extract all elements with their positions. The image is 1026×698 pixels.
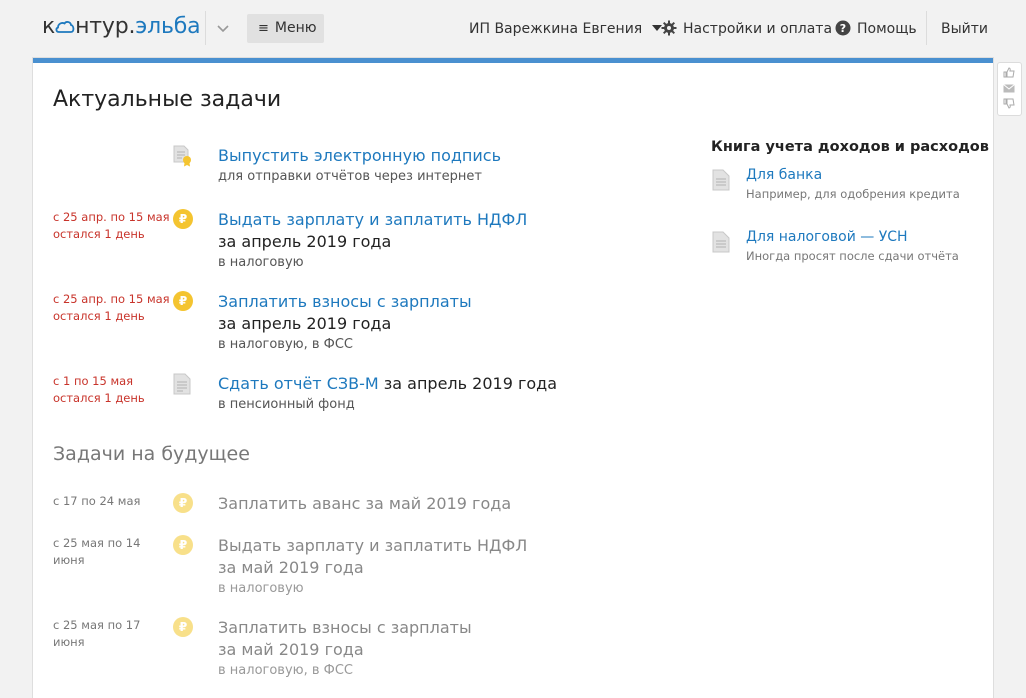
- task-period: за май 2019 года: [218, 640, 364, 659]
- ruble-icon: ₽: [173, 535, 193, 557]
- user-name: ИП Варежкина Евгения: [469, 21, 643, 37]
- ledger-link-bank[interactable]: Для банка: [746, 167, 822, 183]
- task-link[interactable]: Заплатить взносы с зарплаты: [218, 292, 472, 311]
- task-title: Заплатить аванс за май 2019 года: [218, 494, 512, 513]
- hamburger-icon: ≡: [258, 21, 269, 36]
- ruble-icon: ₽: [173, 493, 193, 515]
- task-deadline: с 25 апр. по 15 мая остался 1 день: [53, 292, 170, 323]
- ruble-icon: ₽: [173, 617, 193, 639]
- thumbs-down-icon[interactable]: [1003, 98, 1015, 109]
- header-divider: [926, 11, 927, 45]
- logout-label: Выйти: [941, 21, 989, 37]
- task-link[interactable]: Выдать зарплату и заплатить НДФЛ: [218, 210, 527, 229]
- menu-label: Меню: [274, 20, 317, 36]
- task-period: за апрель 2019 года: [218, 232, 392, 251]
- mail-icon[interactable]: [1003, 83, 1015, 94]
- ruble-icon: ₽: [173, 291, 193, 313]
- task-body: Заплатить взносы с зарплаты за май 2019 …: [218, 617, 688, 680]
- ledger-hint: Иногда просят после сдачи отчёта: [746, 249, 959, 263]
- main-card: Актуальные задачи Выпустить электронную …: [33, 58, 993, 698]
- ledger-item: Для налоговой — УСН Иногда просят после …: [711, 229, 981, 279]
- task-link[interactable]: Сдать отчёт СЗВ-М: [218, 374, 379, 393]
- task-subtitle: для отправки отчётов через интернет: [218, 169, 482, 184]
- ledger-link-tax[interactable]: Для налоговой — УСН: [746, 229, 908, 245]
- future-tasks-title: Задачи на будущее: [53, 443, 250, 465]
- task-body: Заплатить аванс за май 2019 года: [218, 493, 688, 515]
- logo-text-k: к: [42, 14, 56, 39]
- logo-text: нтур.: [75, 14, 136, 39]
- menu-button[interactable]: ≡ Меню: [247, 14, 324, 43]
- document-icon: [712, 169, 730, 191]
- task-period: за апрель 2019 года: [378, 374, 558, 393]
- chevron-down-icon[interactable]: [214, 20, 232, 38]
- task-deadline: с 25 апр. по 15 мая остался 1 день: [53, 210, 170, 241]
- question-icon: ?: [835, 20, 851, 36]
- ledger-item: Для банка Например, для одобрения кредит…: [711, 167, 981, 217]
- help-label: Помощь: [857, 21, 917, 37]
- ledger-panel: Книга учета доходов и расходов Для банка…: [711, 139, 989, 279]
- document-icon: [173, 373, 191, 395]
- logo[interactable]: к нтур.эльба: [42, 14, 201, 39]
- task-period: за апрель 2019 года: [218, 314, 392, 333]
- thumbs-up-icon[interactable]: [1003, 67, 1015, 78]
- task-body: Выпустить электронную подпись для отправ…: [218, 145, 688, 186]
- task-body: Выдать зарплату и заплатить НДФЛ за май …: [218, 535, 688, 598]
- task-body: Заплатить взносы с зарплаты за апрель 20…: [218, 291, 688, 354]
- task-subtitle: в налоговую, в ФСС: [218, 663, 354, 678]
- ledger-hint: Например, для одобрения кредита: [746, 187, 960, 201]
- settings-label: Настройки и оплата: [683, 21, 833, 37]
- task-deadline: с 25 мая по 17 июня: [53, 618, 141, 649]
- gear-icon: [661, 20, 677, 36]
- help-link[interactable]: ? Помощь: [835, 19, 917, 39]
- task-period: за май 2019 года: [218, 558, 364, 577]
- task-deadline: с 25 мая по 14 июня: [53, 536, 141, 567]
- logo-cloud-icon: [55, 21, 75, 33]
- task-deadline: с 17 по 24 мая: [53, 494, 141, 508]
- task-deadline: с 1 по 15 мая остался 1 день: [53, 374, 145, 405]
- task-subtitle: в пенсионный фонд: [218, 397, 355, 412]
- header-divider: [205, 11, 206, 45]
- user-menu[interactable]: ИП Варежкина Евгения: [469, 19, 663, 39]
- ruble-icon: ₽: [173, 209, 193, 231]
- settings-link[interactable]: Настройки и оплата: [661, 19, 832, 39]
- task-subtitle: в налоговую, в ФСС: [218, 337, 354, 352]
- certificate-icon: [173, 145, 191, 167]
- task-body: Сдать отчёт СЗВ-М за апрель 2019 года в …: [218, 373, 688, 414]
- task-body: Выдать зарплату и заплатить НДФЛ за апре…: [218, 209, 688, 272]
- task-link[interactable]: Выпустить электронную подпись: [218, 146, 501, 165]
- task-title: Выдать зарплату и заплатить НДФЛ: [218, 536, 528, 555]
- document-icon: [712, 231, 730, 253]
- page-title: Актуальные задачи: [53, 87, 282, 112]
- logout-link[interactable]: Выйти: [941, 19, 988, 39]
- svg-text:?: ?: [840, 22, 846, 35]
- logo-brand: эльба: [135, 14, 201, 39]
- feedback-widget: [997, 62, 1022, 116]
- task-title: Заплатить взносы с зарплаты: [218, 618, 472, 637]
- task-subtitle: в налоговую: [218, 581, 304, 596]
- ledger-title: Книга учета доходов и расходов: [711, 139, 989, 155]
- task-subtitle: в налоговую: [218, 255, 304, 270]
